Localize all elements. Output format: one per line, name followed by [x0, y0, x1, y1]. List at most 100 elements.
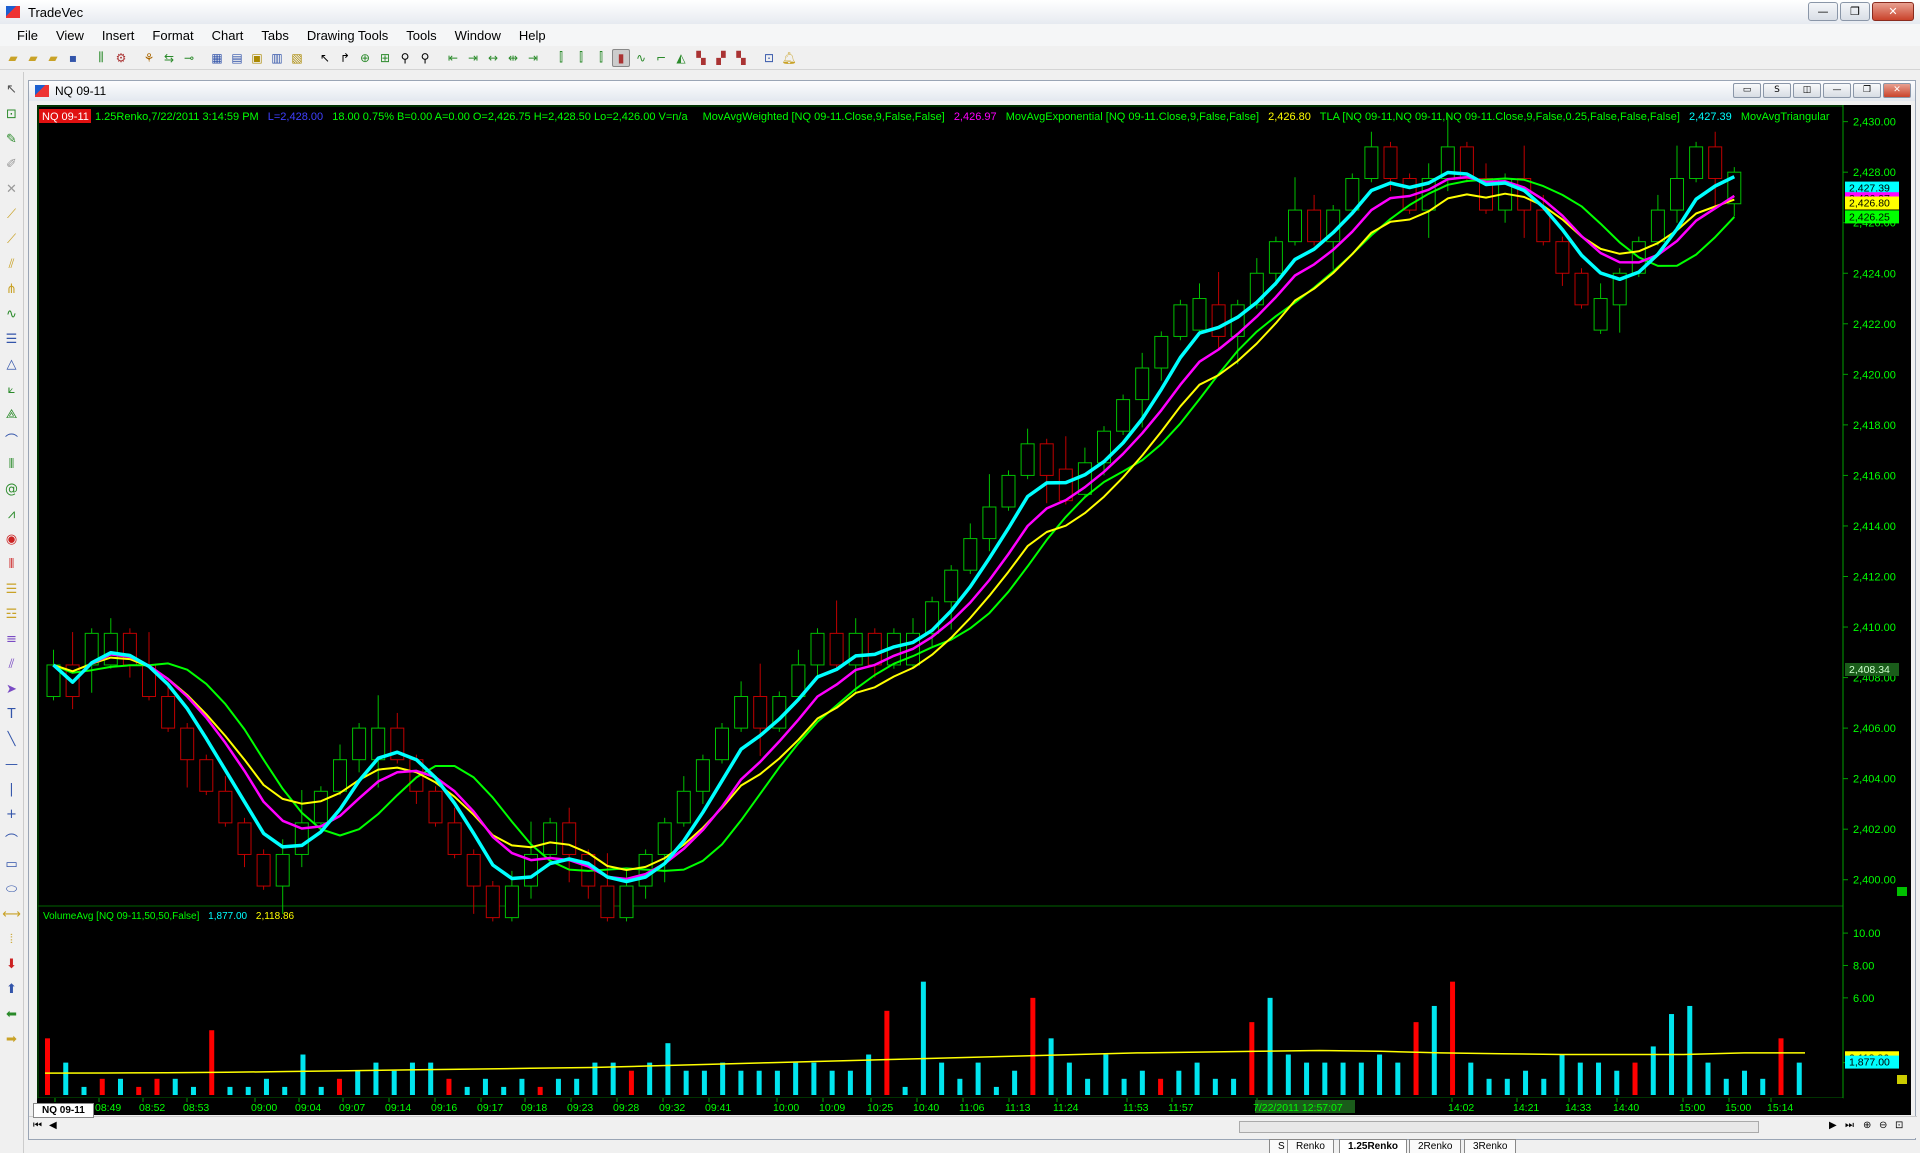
indicator-icon[interactable]: ⚘	[140, 49, 158, 67]
left-arrow-icon[interactable]: ⬅	[3, 1005, 21, 1024]
compress-icon[interactable]: ⇹	[504, 49, 522, 67]
chart-float-button[interactable]: ◫	[1793, 83, 1821, 98]
ellipse-tool-icon[interactable]: ⬭	[3, 880, 21, 899]
scroll-next-icon[interactable]: ▶	[1829, 1120, 1837, 1131]
cursor-icon[interactable]: ↖	[316, 49, 334, 67]
scroll-first-icon[interactable]: ⏮	[33, 1120, 42, 1131]
zoom-chart-out-icon[interactable]: ⊖	[1879, 1120, 1887, 1131]
horizontal-scrollbar[interactable]	[1239, 1121, 1759, 1133]
chart-minimize-button[interactable]: —	[1823, 83, 1851, 98]
measure-tool-icon[interactable]: ⟷	[2, 905, 21, 924]
triangle-icon[interactable]: △	[3, 355, 21, 374]
compare-icon[interactable]: ⇆	[160, 49, 178, 67]
menu-drawing-tools[interactable]: Drawing Tools	[298, 28, 397, 43]
menu-file[interactable]: File	[8, 28, 47, 43]
spiral-icon[interactable]: @	[3, 480, 21, 499]
chart-settings-icon[interactable]: ⚙	[112, 49, 130, 67]
rectangle-tool-icon[interactable]: ▭	[3, 855, 21, 874]
arrow-icon[interactable]: ➤	[3, 680, 21, 699]
chart-restore-button[interactable]: ❐	[1853, 83, 1881, 98]
parallel-lines-icon[interactable]: ≡	[3, 630, 21, 649]
crosshair-tool-icon[interactable]: +	[3, 805, 21, 824]
tab-1-25renko[interactable]: 1.25Renko	[1339, 1139, 1408, 1153]
channel-icon[interactable]: ⫽	[3, 255, 21, 274]
brush-tool-icon[interactable]: ✎	[3, 130, 21, 149]
menu-view[interactable]: View	[47, 28, 93, 43]
sell-arrow-icon[interactable]: ⬇	[3, 955, 21, 974]
select-tool-icon[interactable]: ⊡	[3, 105, 21, 124]
fit-chart-icon[interactable]: ⊡	[1895, 1120, 1903, 1131]
scroll-last-icon[interactable]: ⏭	[1845, 1120, 1854, 1131]
curve-tool-icon[interactable]: ⌒	[3, 830, 21, 849]
buy-arrow-icon[interactable]: ⬆	[3, 980, 21, 999]
menu-tabs[interactable]: Tabs	[252, 28, 297, 43]
zoom-chart-in-icon[interactable]: ⊕	[1863, 1120, 1871, 1131]
chart-sync-button[interactable]: S	[1763, 83, 1791, 98]
angle-icon[interactable]: ⫽	[3, 655, 21, 674]
menu-help[interactable]: Help	[510, 28, 555, 43]
zoom-out-icon[interactable]: ⚲	[416, 49, 434, 67]
zoom-in-icon[interactable]: ⚲	[396, 49, 414, 67]
levels-icon[interactable]: ☰	[3, 580, 21, 599]
chart-close-button[interactable]: ✕	[1883, 83, 1911, 98]
restore-button[interactable]: ❐	[1840, 2, 1870, 21]
bar-chart-icon[interactable]: ⫿	[552, 49, 570, 67]
line-chart-icon[interactable]: ∿	[632, 49, 650, 67]
cycles-icon[interactable]: ⦀	[3, 555, 21, 574]
grid-icon[interactable]: ▤	[228, 49, 246, 67]
open-workspace-icon[interactable]: ▰	[24, 49, 42, 67]
minimize-button[interactable]: —	[1808, 2, 1838, 21]
ray-icon[interactable]: ⟋	[3, 230, 21, 249]
delete-tool-icon[interactable]: ✕	[3, 180, 21, 199]
tab-2renko[interactable]: 2Renko	[1409, 1139, 1462, 1153]
regression-icon[interactable]: ⩘	[3, 505, 21, 524]
scroll-prev-icon[interactable]: ◀	[49, 1120, 57, 1131]
speed-lines-icon[interactable]: ⟁	[3, 405, 21, 424]
close-button[interactable]: ✕	[1872, 2, 1914, 21]
folder-icon[interactable]: ▰	[44, 49, 62, 67]
menu-insert[interactable]: Insert	[93, 28, 144, 43]
right-arrow-icon[interactable]: ➡	[3, 1030, 21, 1049]
window-cascade-icon[interactable]: ▧	[288, 49, 306, 67]
pan-icon[interactable]: ⊞	[376, 49, 394, 67]
fibonacci-icon[interactable]: ☰	[3, 330, 21, 349]
menu-window[interactable]: Window	[446, 28, 510, 43]
arc-icon[interactable]: ⌒	[3, 430, 21, 449]
ohlc-icon[interactable]: ⫿	[572, 49, 590, 67]
eraser-tool-icon[interactable]: ✐	[3, 155, 21, 174]
volume-scale-toggle[interactable]	[1897, 1075, 1907, 1084]
vertical-line-icon[interactable]: |	[3, 780, 21, 799]
menu-tools[interactable]: Tools	[397, 28, 445, 43]
ruler-tool-icon[interactable]: ⦙	[3, 930, 21, 949]
gann-fan-icon[interactable]: ⟀	[3, 380, 21, 399]
chart-tab-nq[interactable]: NQ 09-11	[33, 1103, 94, 1118]
hlc-icon[interactable]: ⫿	[592, 49, 610, 67]
menu-format[interactable]: Format	[143, 28, 202, 43]
link-icon[interactable]: ⊸	[180, 49, 198, 67]
screenshot-icon[interactable]: ⊡	[760, 49, 778, 67]
table-icon[interactable]: ▦	[208, 49, 226, 67]
pointer-tool-icon[interactable]: ↖	[3, 80, 21, 99]
area-chart-icon[interactable]: ◭	[672, 49, 690, 67]
kagi-icon[interactable]: ▚	[732, 49, 750, 67]
trendline-icon[interactable]: ⟋	[3, 205, 21, 224]
target-icon[interactable]: ◉	[3, 530, 21, 549]
save-icon[interactable]: ▪	[64, 49, 82, 67]
step-chart-icon[interactable]: ⌐	[652, 49, 670, 67]
chart-canvas[interactable]: NQ 09-11 1.25Renko,7/22/2011 3:14:59 PM …	[37, 105, 1911, 1115]
price-scale-toggle[interactable]	[1897, 887, 1907, 896]
open-folder-icon[interactable]: ▰	[4, 49, 22, 67]
tab-renko[interactable]: Renko	[1287, 1139, 1334, 1153]
point-figure-icon[interactable]: ▞	[712, 49, 730, 67]
alert-bell-icon[interactable]: 🔔︎	[780, 49, 798, 67]
wave-icon[interactable]: ∿	[3, 305, 21, 324]
horizontal-line-icon[interactable]: —	[3, 755, 21, 774]
layout-icon[interactable]: ▣	[248, 49, 266, 67]
text-tool-icon[interactable]: T	[3, 705, 21, 724]
window-tile-icon[interactable]: ▥	[268, 49, 286, 67]
crosshair-cursor-icon[interactable]: ↱	[336, 49, 354, 67]
tab-3renko[interactable]: 3Renko	[1464, 1139, 1517, 1153]
extensions-icon[interactable]: ☲	[3, 605, 21, 624]
renko-icon[interactable]: ▚	[692, 49, 710, 67]
expand-icon[interactable]: ↔	[484, 49, 502, 67]
